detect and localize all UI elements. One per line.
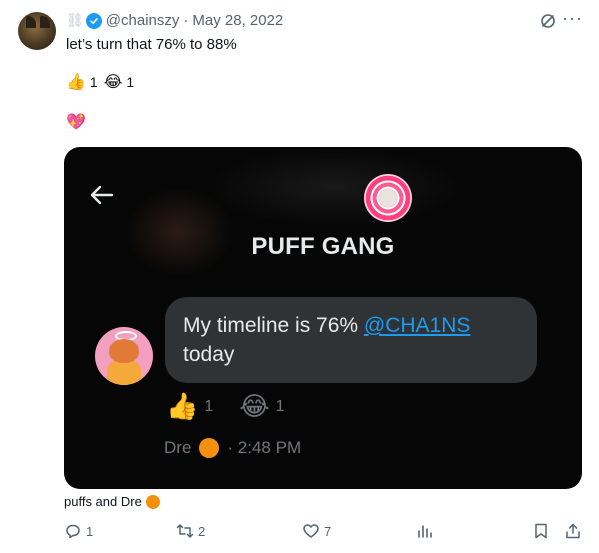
message-mention: @CHA1NS — [363, 314, 471, 337]
retweet-icon — [176, 524, 194, 538]
reply-count: 1 — [86, 523, 94, 539]
sender-avatar — [95, 327, 153, 385]
background-blur — [204, 147, 464, 227]
grok-icon[interactable] — [539, 12, 557, 30]
tweet-date[interactable]: May 28, 2022 — [192, 12, 283, 29]
laughing-icon: 😂 — [103, 72, 123, 91]
message-text-end: today — [183, 343, 235, 366]
share-icon — [566, 523, 580, 539]
avatar-ear-right — [40, 16, 50, 28]
tweet-reactions: 👍 1 😂 1 — [66, 72, 135, 91]
laughing-count: 1 — [275, 398, 285, 415]
thumbs-up-icon: 👍 — [166, 392, 199, 422]
tweet-text: let’s turn that 76% to 88% — [66, 36, 237, 53]
bookmark-icon — [535, 523, 547, 539]
views-button[interactable] — [416, 522, 434, 540]
header-separator: · — [183, 12, 189, 29]
action-bar: 1 2 7 — [64, 522, 582, 542]
message-text-start: My timeline is 76% — [183, 314, 364, 337]
reacted-by-text: puffs and Dre — [64, 494, 142, 509]
background-blur — [124, 187, 234, 277]
author-avatar[interactable] — [18, 12, 56, 50]
tweet-header: ⛓ @chainszy · May 28, 2022 — [66, 12, 283, 29]
share-button[interactable] — [564, 522, 582, 540]
thumbs-up-icon: 👍 — [66, 72, 86, 91]
analytics-icon — [418, 525, 432, 538]
embedded-image[interactable]: PUFF GANG My timeline is 76% @CHA1NS tod… — [64, 147, 582, 489]
heart-icon: 💖 — [66, 112, 86, 131]
message-bubble: My timeline is 76% @CHA1NS today — [165, 297, 537, 383]
back-arrow-icon — [90, 185, 114, 205]
group-avatar — [364, 174, 412, 222]
message-reactions: 👍 1 😂 1 — [166, 394, 285, 420]
like-button[interactable]: 7 — [302, 522, 331, 540]
laughing-count: 1 — [126, 74, 135, 90]
orange-circle-icon — [145, 494, 160, 509]
retweet-button[interactable]: 2 — [176, 522, 205, 540]
laughing-icon: 😂 — [239, 392, 270, 422]
avatar-body — [107, 361, 141, 385]
heart-outline-icon — [303, 524, 319, 538]
reply-button[interactable]: 1 — [64, 522, 93, 540]
chain-icon: ⛓ — [66, 12, 84, 28]
avatar-ear-left — [26, 16, 36, 28]
group-avatar-face — [379, 189, 397, 207]
like-count: 7 — [324, 523, 332, 539]
reply-icon — [66, 524, 80, 539]
more-options-icon[interactable]: ··· — [562, 8, 583, 29]
thumbs-up-count: 1 — [89, 74, 98, 90]
thumbs-up-count: 1 — [204, 398, 214, 415]
message-text: My timeline is 76% @CHA1NS today — [183, 311, 470, 369]
retweet-count: 2 — [198, 523, 206, 539]
reacted-by[interactable]: puffs and Dre — [64, 494, 160, 509]
message-meta: Dre · 2:48 PM — [164, 438, 301, 458]
sender-name: Dre — [164, 438, 192, 457]
bookmark-button[interactable] — [532, 522, 550, 540]
message-time: · 2:48 PM — [227, 438, 302, 457]
group-name: PUFF GANG — [251, 233, 395, 260]
avatar-head — [109, 339, 139, 363]
verified-badge-icon — [85, 12, 102, 29]
author-handle[interactable]: @chainszy — [106, 12, 180, 29]
orange-circle-icon — [199, 438, 220, 458]
